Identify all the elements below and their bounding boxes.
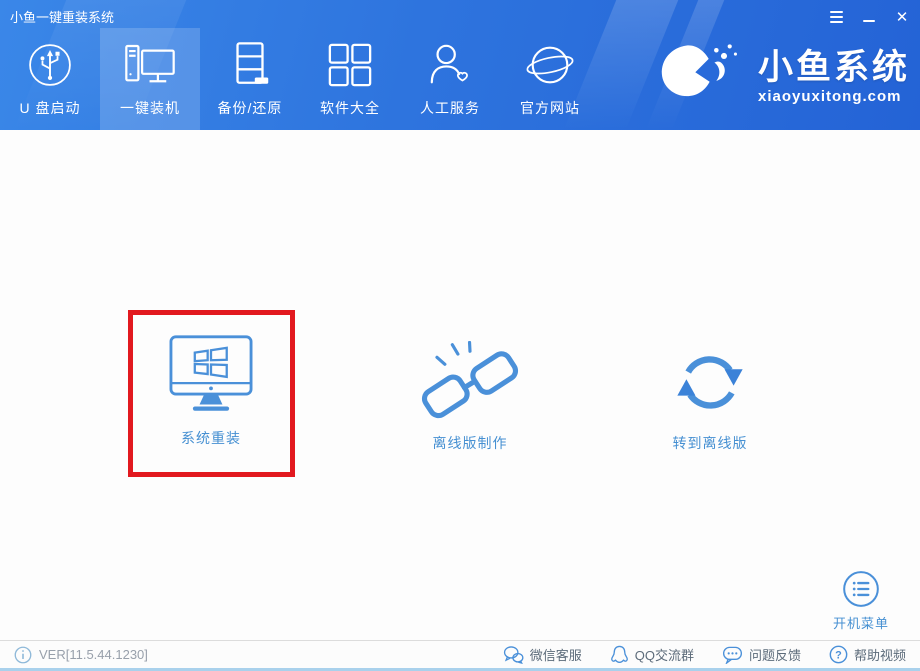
menu-icon[interactable]: [828, 9, 844, 25]
svg-text:?: ?: [835, 650, 842, 662]
header: 小鱼一键重装系统 ✕: [0, 0, 920, 130]
nav-item-label: 备份/还原: [218, 98, 283, 118]
info-icon: [14, 646, 32, 664]
broken-link-icon: [415, 337, 525, 421]
main-content: 系统重装 离线版制作: [0, 130, 920, 640]
nav-item-label: U 盘启动: [20, 98, 81, 118]
feature-label: 离线版制作: [433, 433, 508, 453]
menu-glyph: [830, 11, 843, 24]
qq-icon: [610, 645, 629, 664]
feature-system-reinstall[interactable]: 系统重装: [130, 332, 292, 448]
monitor-windows-icon: [163, 332, 259, 416]
support-person-icon: [427, 42, 473, 88]
sync-arrows-icon: [669, 337, 751, 421]
globe-icon: [525, 42, 575, 88]
version-text: VER[11.5.44.1230]: [39, 647, 148, 662]
backup-server-icon: [229, 42, 271, 88]
link-feedback[interactable]: 问题反馈: [722, 645, 801, 664]
close-icon[interactable]: ✕: [894, 9, 910, 25]
window-title: 小鱼一键重装系统: [10, 7, 114, 26]
nav-item-backup-restore[interactable]: 备份/还原: [200, 28, 300, 130]
feature-label: 转到离线版: [673, 433, 748, 453]
nav-item-label: 官方网站: [520, 98, 580, 118]
logo-name: 小鱼系统: [758, 49, 910, 88]
close-glyph: ✕: [896, 10, 909, 25]
help-question-icon: ?: [829, 645, 848, 664]
link-help-video[interactable]: ? 帮助视频: [829, 645, 906, 664]
status-link-label: 问题反馈: [749, 645, 801, 664]
logo-domain: xiaoyuxitong.com: [758, 88, 902, 105]
nav-item-support[interactable]: 人工服务: [400, 28, 500, 130]
minimize-icon[interactable]: [861, 9, 877, 25]
feature-offline-version-create[interactable]: 离线版制作: [389, 337, 551, 453]
link-qq-group[interactable]: QQ交流群: [610, 645, 694, 664]
nav-item-one-click-install[interactable]: 一键装机: [100, 28, 200, 130]
nav-item-label: 人工服务: [420, 98, 480, 118]
statusbar: VER[11.5.44.1230] 微信客服 QQ交流群: [0, 640, 920, 671]
nav-item-software[interactable]: 软件大全: [300, 28, 400, 130]
feature-label: 系统重装: [181, 428, 241, 448]
status-links: 微信客服 QQ交流群 问题反馈: [503, 645, 906, 664]
logo-text: 小鱼系统 xiaoyuxitong.com: [758, 49, 910, 106]
fish-logo-icon: [648, 34, 756, 120]
titlebar: 小鱼一键重装系统 ✕: [0, 0, 920, 28]
wechat-icon: [503, 645, 524, 664]
status-link-label: 微信客服: [530, 645, 582, 664]
feature-goto-offline-version[interactable]: 转到离线版: [629, 337, 791, 453]
version-info: VER[11.5.44.1230]: [14, 646, 148, 664]
usb-icon: [27, 42, 73, 88]
status-link-label: QQ交流群: [635, 645, 694, 664]
app-window: 小鱼一键重装系统 ✕: [0, 0, 920, 671]
apps-grid-icon: [327, 42, 373, 88]
feedback-bubble-icon: [722, 645, 743, 664]
nav-item-label: 软件大全: [320, 98, 380, 118]
boot-menu-label: 开机菜单: [833, 613, 889, 632]
computer-icon: [124, 42, 176, 88]
nav-item-usb-boot[interactable]: U 盘启动: [0, 28, 100, 130]
nav-item-website[interactable]: 官方网站: [500, 28, 600, 130]
nav-item-label: 一键装机: [120, 98, 180, 118]
boot-menu-list-icon: [841, 569, 881, 609]
brand-logo: 小鱼系统 xiaoyuxitong.com: [648, 34, 910, 120]
status-link-label: 帮助视频: [854, 645, 906, 664]
boot-menu-button[interactable]: 开机菜单: [818, 569, 904, 632]
link-wechat-support[interactable]: 微信客服: [503, 645, 582, 664]
minimize-glyph: [863, 20, 875, 23]
window-controls: ✕: [828, 9, 910, 25]
main-nav: U 盘启动 一键装机: [0, 28, 600, 130]
